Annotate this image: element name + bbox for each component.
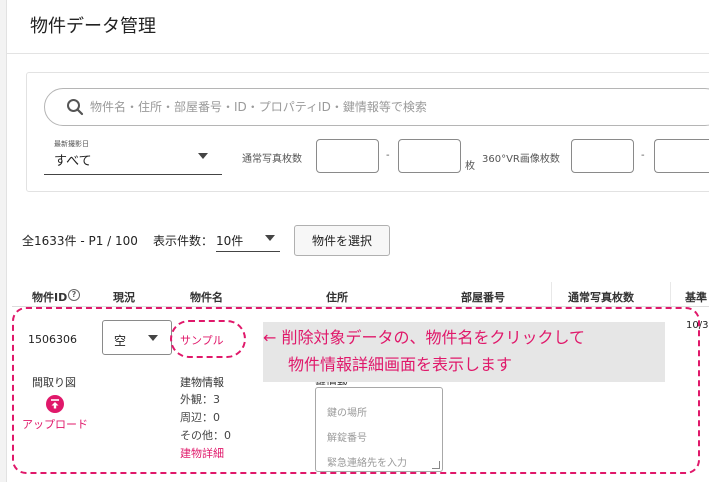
page-title: 物件データ管理: [30, 16, 156, 37]
help-icon[interactable]: ?: [68, 289, 80, 301]
shoot-date-caption: 最新撮影日: [54, 140, 89, 148]
unit-label: 枚: [465, 161, 475, 172]
range-separator: -: [641, 150, 645, 161]
vr-count-min-input[interactable]: [571, 139, 634, 173]
highlight-row-outline: [12, 307, 700, 474]
vr-count-max-input[interactable]: [654, 139, 709, 173]
column-header-room[interactable]: 部屋番号: [461, 289, 505, 305]
column-header-id[interactable]: 物件ID: [32, 289, 67, 305]
column-header-status[interactable]: 現況: [113, 289, 135, 305]
range-separator: -: [386, 150, 390, 161]
column-header-base[interactable]: 基準: [685, 289, 707, 305]
divider: [7, 53, 709, 54]
photo-count-min-input[interactable]: [316, 139, 379, 173]
select-property-button[interactable]: 物件を選択: [294, 225, 390, 256]
photo-count-max-input[interactable]: [398, 139, 461, 173]
chevron-down-icon: [265, 235, 275, 241]
column-header-photos[interactable]: 通常写真枚数: [568, 289, 634, 305]
left-gutter: [0, 0, 7, 482]
result-count: 全1633件 - P1 / 100: [22, 234, 138, 248]
per-page-value: 10件: [216, 234, 244, 248]
per-page-select[interactable]: 10件: [216, 226, 280, 252]
shoot-date-select[interactable]: 最新撮影日 すべて: [44, 139, 222, 175]
shoot-date-value: すべて: [54, 154, 92, 169]
highlight-name-outline: [170, 320, 246, 358]
column-header-address[interactable]: 住所: [326, 289, 348, 305]
search-input[interactable]: [90, 96, 690, 118]
photo-count-label: 通常写真枚数: [242, 154, 302, 165]
vr-count-label: 360°VR画像枚数: [482, 154, 560, 165]
chevron-down-icon: [198, 153, 208, 159]
search-icon: [67, 99, 84, 116]
column-header-name[interactable]: 物件名: [190, 289, 223, 305]
per-page-label: 表示件数：: [153, 234, 214, 248]
